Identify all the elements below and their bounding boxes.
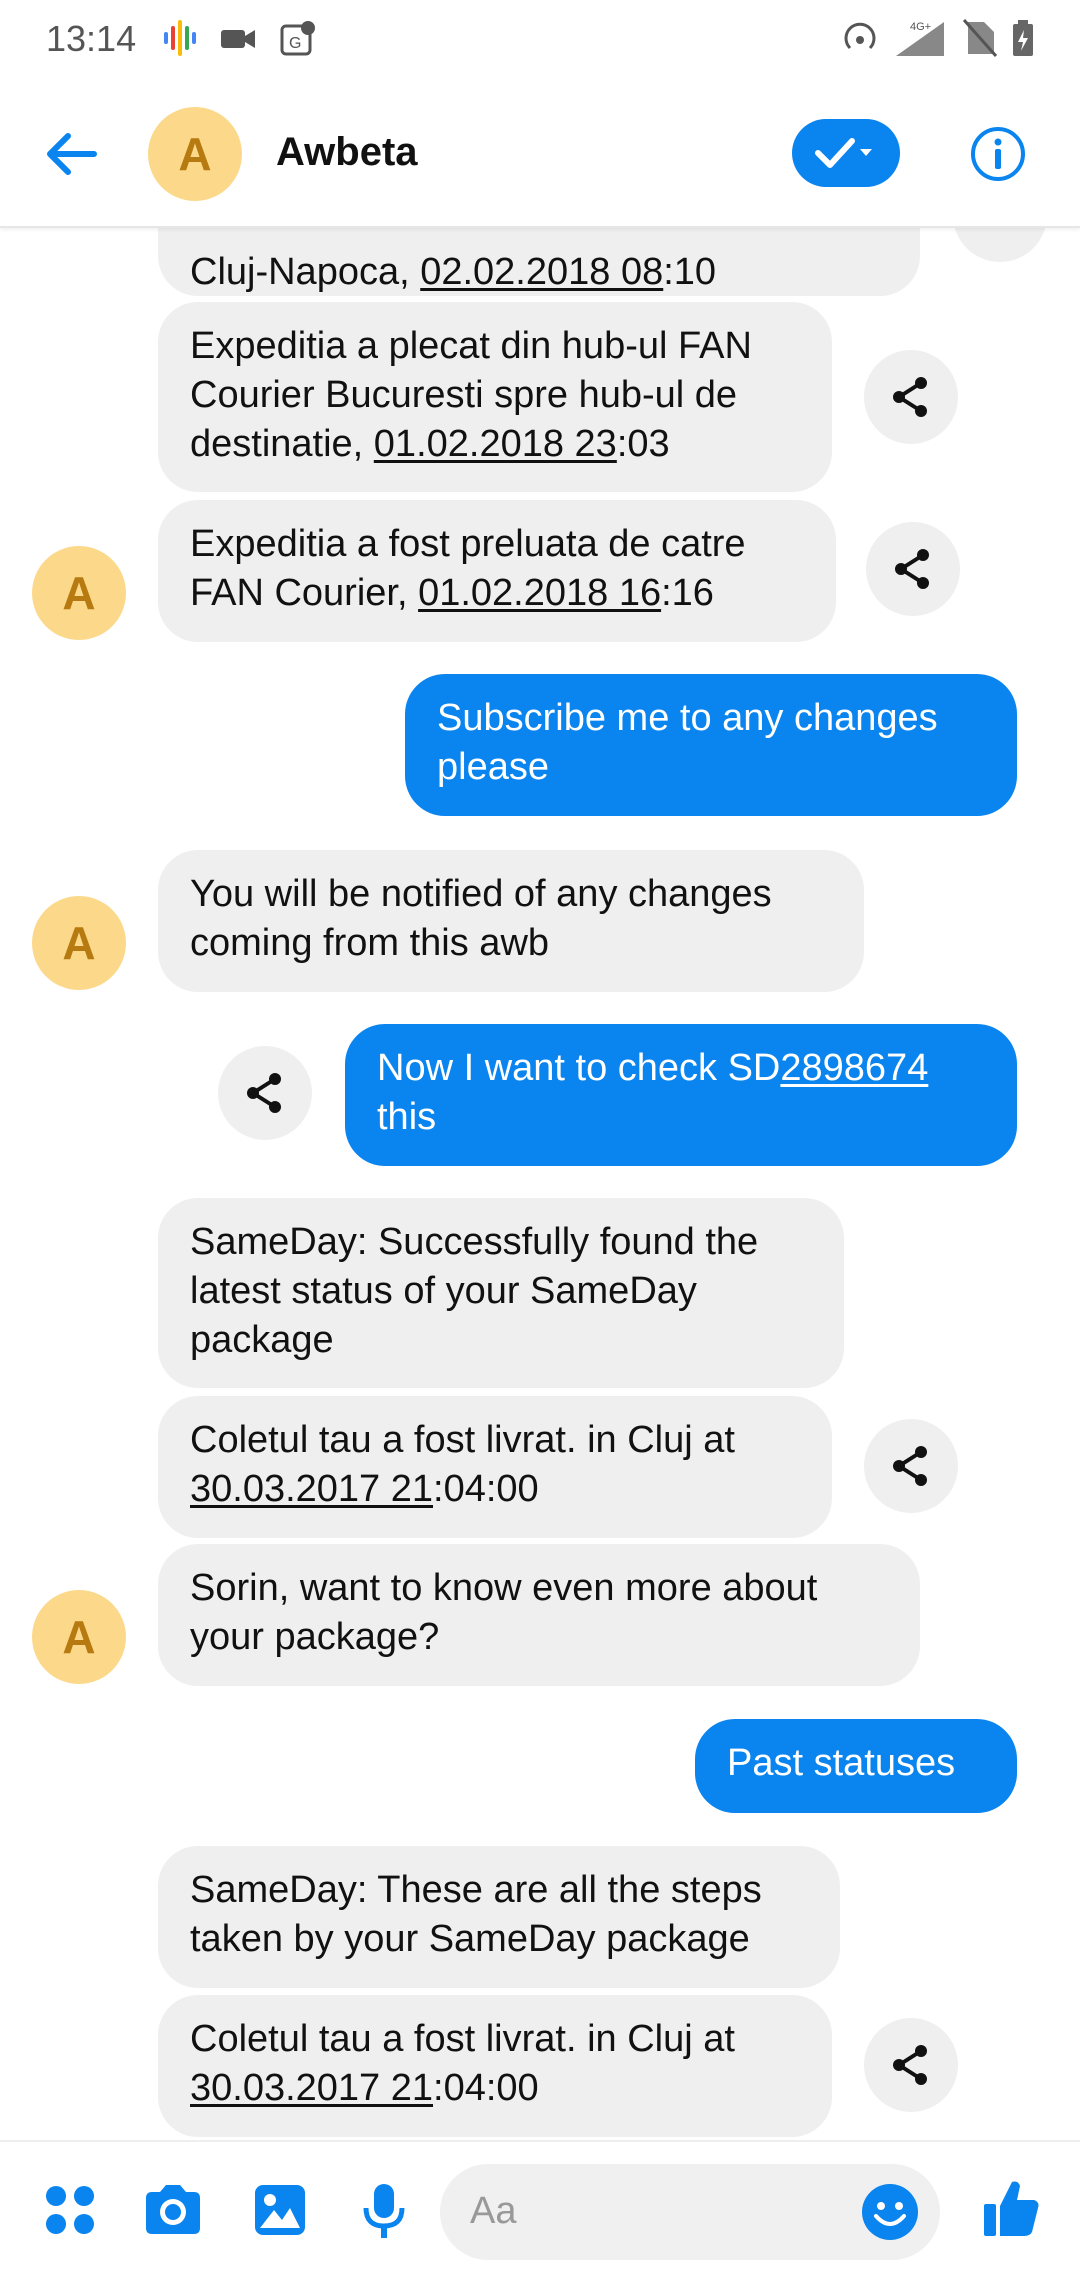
share-button[interactable] [864,2018,958,2112]
message-bubble-outgoing[interactable]: Past statuses [695,1719,1017,1813]
thumbs-up-icon[interactable] [980,2176,1044,2240]
message-bubble-incoming[interactable]: Expeditia a fost preluata de catre FAN C… [158,500,836,642]
tracking-number-link[interactable]: 2898674 [780,1047,928,1089]
share-icon [247,1073,281,1113]
contact-avatar[interactable]: A [148,107,242,201]
message-bubble-incoming[interactable]: SameDay: Successfully found the latest s… [158,1198,844,1388]
message-composer: Aa [0,2140,1080,2282]
share-icon [893,377,927,417]
video-camera-icon [221,30,255,48]
share-icon [893,1446,927,1486]
message-list[interactable]: Cluj-Napoca, 02.02.2018 08:10 Expeditia … [0,226,1080,2140]
apps-icon[interactable] [42,2182,98,2238]
share-icon [893,2045,927,2085]
microphone-icon[interactable] [360,2182,408,2242]
share-button[interactable] [218,1046,312,1140]
status-bar: 13:14 G 4G+ [0,0,1080,80]
hotspot-icon [844,22,876,50]
bot-avatar[interactable]: A [32,1590,126,1684]
back-arrow-icon[interactable] [40,122,104,186]
message-bubble-incoming[interactable]: Expeditia a plecat din hub-ul FAN Courie… [158,302,832,492]
contact-name[interactable]: Awbeta [276,130,418,175]
emoji-icon[interactable] [860,2182,920,2242]
conversation-header: A Awbeta [0,80,1080,228]
info-icon[interactable] [968,124,1028,184]
message-input[interactable]: Aa [440,2164,940,2260]
message-bubble-incoming[interactable]: Coletul tau a fost livrat. in Cluj at 30… [158,1995,832,2137]
date-link[interactable]: 01.02.2018 16 [418,572,661,614]
message-bubble-incoming[interactable]: Coletul tau a fost livrat. in Cluj at 30… [158,1396,832,1538]
message-bubble-outgoing[interactable]: Subscribe me to any changes please [405,674,1017,816]
bot-avatar[interactable]: A [32,546,126,640]
message-bubble-incoming[interactable]: SameDay: These are all the steps taken b… [158,1846,840,1988]
svg-text:G: G [289,35,301,52]
date-link[interactable]: 30.03.2017 21 [190,2067,433,2109]
share-button[interactable] [864,1419,958,1513]
no-sim-icon [962,19,998,57]
date-link[interactable]: 02.02.2018 08 [420,251,663,293]
image-icon[interactable] [252,2182,308,2238]
signal-icon: 4G+ [896,21,944,56]
date-link[interactable]: 01.02.2018 23 [374,423,617,465]
svg-text:4G+: 4G+ [910,21,931,33]
share-button[interactable] [953,226,1047,262]
check-dropdown-button[interactable] [792,119,900,187]
message-bubble-outgoing[interactable]: Now I want to check SD2898674 this [345,1024,1017,1166]
message-bubble-incoming[interactable]: Sorin, want to know even more about your… [158,1544,920,1686]
maps-icon: G [280,21,315,56]
date-link[interactable]: 30.03.2017 21 [190,1468,433,1510]
bot-avatar[interactable]: A [32,896,126,990]
message-bubble-incoming[interactable]: You will be notified of any changes comi… [158,850,864,992]
message-input-placeholder: Aa [470,2190,517,2232]
check-dropdown-icon [815,138,872,168]
status-time: 13:14 [46,18,137,59]
battery-icon [1013,20,1033,56]
share-button[interactable] [864,350,958,444]
podcast-icon [164,20,196,56]
share-button[interactable] [866,522,960,616]
camera-icon[interactable] [142,2182,204,2238]
share-icon [895,549,929,589]
message-bubble-incoming[interactable]: Cluj-Napoca, 02.02.2018 08:10 [158,226,920,296]
